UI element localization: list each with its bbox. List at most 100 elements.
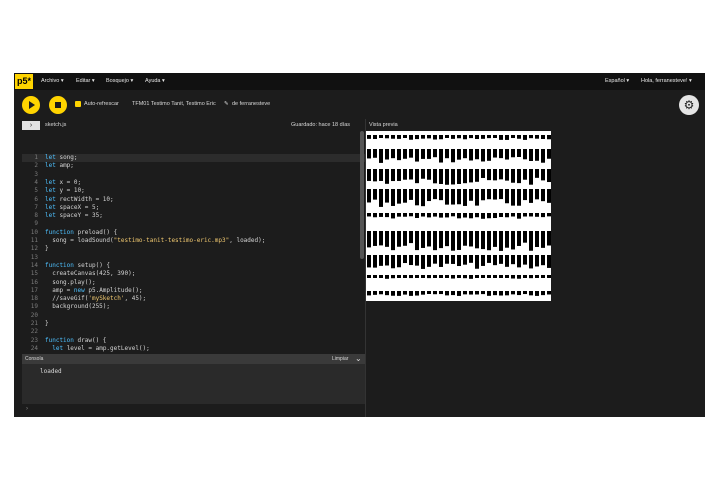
sketch-bar [367, 255, 371, 268]
sketch-bar [475, 275, 479, 278]
sketch-bar [367, 149, 371, 159]
sketch-bar [409, 149, 413, 158]
sketch-bar [379, 275, 383, 278]
console-title: Consola [25, 356, 44, 362]
code-editor[interactable]: 1 let song; 2 let amp; 3 4 let x = 0; 5 let y = … [22, 136, 365, 352]
sketch-bar [433, 231, 437, 251]
code-line[interactable]: 4 let x = 0; [22, 179, 365, 187]
sketch-bar [511, 231, 515, 250]
sketch-bar [367, 275, 371, 278]
code-line[interactable]: 15 createCanvas(425, 390); [22, 270, 365, 278]
code-line[interactable]: 13 [22, 254, 365, 262]
console-prompt[interactable]: › [26, 406, 28, 412]
code-line[interactable]: 24 let level = amp.getLevel(); [22, 345, 365, 352]
sketch-bar [433, 255, 437, 264]
code-line[interactable]: 21} [22, 320, 365, 328]
sketch-bar [451, 149, 455, 163]
sketch-bar [463, 231, 467, 246]
sketch-bar [451, 213, 455, 217]
pencil-icon[interactable]: ✎ [224, 98, 229, 110]
sketch-bar [469, 189, 473, 201]
p5-logo[interactable]: p5* [15, 74, 33, 89]
file-tab[interactable]: sketch.js [45, 121, 66, 130]
sketch-bar [397, 135, 401, 139]
sketch-bar [445, 213, 449, 218]
code-line[interactable]: 14 function setup() { [22, 262, 365, 270]
sketch-bar [397, 213, 401, 217]
sketch-bar [391, 213, 395, 219]
sketch-bar [529, 291, 533, 296]
editor-scrollbar[interactable] [360, 131, 364, 259]
sketch-title[interactable]: TFM01 Testimo Tanit, Testimo Eric [132, 98, 216, 110]
sketch-bar [469, 149, 473, 161]
code-line[interactable]: 3 [22, 171, 365, 179]
user-menu[interactable]: Hola, ferranesteve! ▾ [641, 73, 692, 90]
code-line[interactable]: 9 [22, 220, 365, 228]
sketch-bar [403, 213, 407, 217]
code-text: let spaceY = 35; [45, 212, 103, 220]
sketch-bar [547, 149, 551, 159]
language-menu[interactable]: Español ▾ [605, 73, 629, 90]
sketch-bar [511, 275, 515, 279]
sketch-bar [451, 255, 455, 264]
code-line[interactable]: 2 let amp; [22, 162, 365, 170]
collapse-sidebar-button[interactable]: › [22, 121, 40, 130]
code-text: let spaceX = 5; [45, 203, 100, 211]
sketch-bar [391, 275, 395, 279]
autorefresh-checkbox[interactable] [75, 101, 81, 107]
menu-editar[interactable]: Editar ▾ [76, 73, 95, 90]
sketch-bar [529, 135, 533, 139]
settings-gear-icon[interactable]: ⚙ [679, 95, 699, 115]
code-text: let level = amp.getLevel(); [52, 344, 150, 352]
code-line[interactable]: 6 let rectWidth = 10; [22, 196, 365, 204]
sketch-bar [385, 213, 389, 218]
menu-bosquejo[interactable]: Bosquejo ▾ [106, 73, 133, 90]
console-clear-button[interactable]: Limpiar [332, 354, 348, 364]
code-line[interactable]: 11 song = loadSound("testimo-tanit-testi… [22, 237, 365, 245]
line-number: 1 [34, 154, 38, 161]
sketch-bar [379, 135, 383, 139]
play-button[interactable] [22, 96, 40, 114]
stop-button[interactable] [49, 96, 67, 114]
sketch-bar [421, 135, 425, 139]
chevron-down-icon[interactable]: ⌄ [355, 354, 362, 364]
menu-ayuda[interactable]: Ayuda ▾ [145, 73, 165, 90]
code-line[interactable]: 22 [22, 328, 365, 336]
sketch-bar [541, 231, 545, 248]
sketch-bar [499, 149, 503, 159]
code-line[interactable]: 12} [22, 245, 365, 253]
line-number: 23 [30, 336, 38, 344]
code-line[interactable]: 7 let spaceX = 5; [22, 204, 365, 212]
toolbar: Auto-refrescar TFM01 Testimo Tanit, Test… [14, 90, 705, 120]
sketch-bar [535, 275, 539, 278]
code-line[interactable]: 23 function draw() { [22, 337, 365, 345]
sketch-bar [445, 255, 449, 264]
sketch-bar [373, 213, 377, 218]
code-line[interactable]: 16 song.play(); [22, 279, 365, 287]
code-line[interactable]: 10 function preload() { [22, 229, 365, 237]
code-line[interactable]: 8 let spaceY = 35; [22, 212, 365, 220]
sketch-bar [535, 169, 539, 178]
code-line[interactable]: 17 amp = new p5.Amplitude(); [22, 287, 365, 295]
sketch-bar [547, 255, 551, 268]
sketch-bar [463, 135, 467, 140]
code-line[interactable]: 19 background(255); [22, 303, 365, 311]
code-line[interactable]: 5 let y = 10; [22, 187, 365, 195]
code-line[interactable]: 20 [22, 312, 365, 320]
sketch-bar [499, 213, 503, 218]
code-line[interactable]: 1 let song; [22, 154, 365, 163]
sketch-bar [517, 291, 521, 296]
sketch-bar [409, 135, 413, 140]
saved-status: Guardado: hace 18 días [291, 122, 351, 128]
menu-archivo[interactable]: Archivo ▾ [41, 73, 64, 90]
sketch-bar [523, 149, 527, 160]
sketch-bar [463, 189, 467, 206]
code-line[interactable]: 18 //saveGif('mySketch', 45); [22, 295, 365, 303]
preview-canvas[interactable] [366, 131, 551, 301]
line-number: 14 [30, 261, 38, 269]
sketch-bar [397, 149, 401, 161]
sketch-bar [451, 169, 455, 185]
sketch-bar [493, 231, 497, 247]
sketch-bar [523, 291, 527, 295]
sketch-bar [481, 291, 485, 295]
